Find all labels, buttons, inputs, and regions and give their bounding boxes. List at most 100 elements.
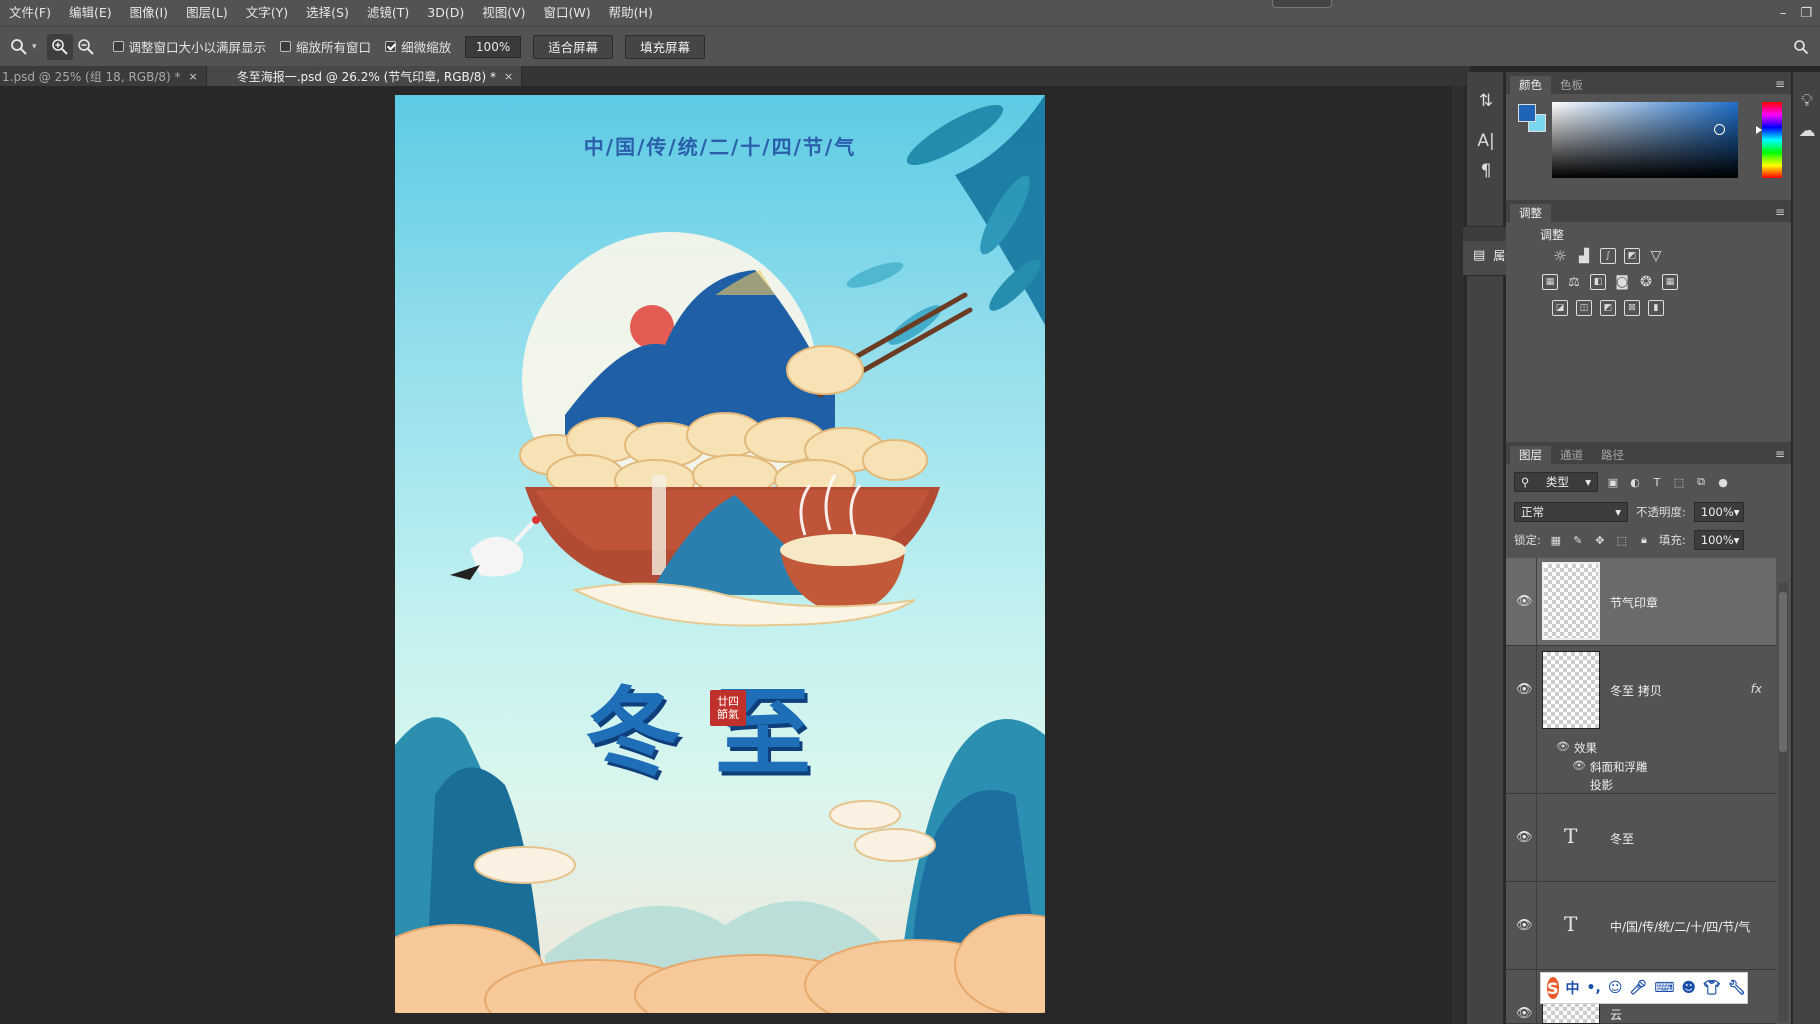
search-icon[interactable] bbox=[1788, 34, 1814, 60]
tab-layers[interactable]: 图层 bbox=[1510, 446, 1551, 464]
color-picker-cursor[interactable] bbox=[1714, 124, 1725, 135]
menu-filter[interactable]: 滤镜(T) bbox=[358, 0, 418, 26]
eye-icon[interactable]: 👁︎ bbox=[1516, 594, 1533, 610]
vibrance-icon[interactable]: ▽ bbox=[1648, 248, 1664, 264]
emoji-icon[interactable]: ☺ bbox=[1608, 980, 1623, 996]
tab-adjustments[interactable]: 调整 bbox=[1510, 204, 1551, 222]
layer-row[interactable]: 👁︎ T 中/国/传/统/二/十/四/节/气 bbox=[1506, 882, 1776, 970]
menu-layer[interactable]: 图层(L) bbox=[177, 0, 237, 26]
panel-menu-icon[interactable]: ≡ bbox=[1775, 447, 1785, 461]
punctuation-icon[interactable]: •, bbox=[1587, 980, 1601, 996]
channel-mixer-icon[interactable]: ❂ bbox=[1638, 274, 1654, 290]
brightness-icon[interactable]: ☼ bbox=[1552, 247, 1568, 265]
skin-icon[interactable]: 👕︎ bbox=[1703, 980, 1721, 996]
layer-row[interactable]: 👁︎ 节气印章 bbox=[1506, 558, 1776, 646]
title-grip[interactable] bbox=[1272, 0, 1332, 8]
photo-filter-icon[interactable]: ◙ bbox=[1614, 274, 1630, 290]
menu-edit[interactable]: 编辑(E) bbox=[60, 0, 121, 26]
keyboard-icon[interactable]: ⌨ bbox=[1654, 980, 1674, 996]
posterize-icon[interactable]: ◫ bbox=[1576, 300, 1592, 316]
foreground-color-swatch[interactable] bbox=[1518, 104, 1536, 122]
selective-color-icon[interactable]: ⊠ bbox=[1624, 300, 1640, 316]
layer-filter-dropdown[interactable]: ⚲ 类型 ▾ bbox=[1514, 472, 1598, 492]
fill-screen-button[interactable]: 填充屏幕 bbox=[625, 34, 706, 59]
tab-paths[interactable]: 路径 bbox=[1592, 446, 1633, 464]
menu-select[interactable]: 选择(S) bbox=[297, 0, 358, 26]
lock-all-icon[interactable]: 🔒︎ bbox=[1637, 533, 1651, 547]
menu-type[interactable]: 文字(Y) bbox=[237, 0, 297, 26]
blend-mode-dropdown[interactable]: 正常 ▾ bbox=[1514, 502, 1628, 522]
tab-swatches[interactable]: 色板 bbox=[1551, 76, 1592, 94]
eye-icon[interactable]: 👁︎ bbox=[1516, 682, 1533, 698]
type-filter-icon[interactable]: T bbox=[1650, 475, 1664, 489]
tab-color[interactable]: 颜色 bbox=[1510, 76, 1551, 94]
menu-3d[interactable]: 3D(D) bbox=[418, 0, 473, 26]
layer-name[interactable]: 中/国/传/统/二/十/四/节/气 bbox=[1610, 918, 1750, 935]
layer-row[interactable]: 👁︎ T 冬至 bbox=[1506, 794, 1776, 882]
color-lookup-icon[interactable]: ▦ bbox=[1662, 274, 1678, 290]
menu-window[interactable]: 窗口(W) bbox=[535, 0, 600, 26]
lightbulb-icon[interactable]: 💡︎ bbox=[1793, 86, 1820, 116]
panel-menu-icon[interactable]: ≡ bbox=[1775, 205, 1785, 219]
effects-eye-icon[interactable]: 👁︎ bbox=[1556, 740, 1570, 753]
invert-icon[interactable]: ◪ bbox=[1552, 300, 1568, 316]
menu-help[interactable]: 帮助(H) bbox=[600, 0, 662, 26]
close-icon[interactable]: × bbox=[189, 70, 198, 83]
layers-scrollbar[interactable] bbox=[1778, 582, 1788, 1022]
hue-saturation-icon[interactable]: ▦ bbox=[1542, 274, 1558, 290]
levels-icon[interactable]: ▟ bbox=[1576, 248, 1592, 264]
resize-windows-checkbox[interactable]: 调整窗口大小以满屏显示 bbox=[112, 37, 266, 56]
lock-transparent-icon[interactable]: ▦ bbox=[1549, 533, 1563, 547]
user-icon[interactable]: ☻ bbox=[1681, 980, 1696, 996]
close-icon[interactable]: × bbox=[504, 70, 513, 83]
filter-toggle-icon[interactable]: ● bbox=[1716, 475, 1730, 489]
eye-icon[interactable]: 👁︎ bbox=[1516, 830, 1533, 846]
bevel-emboss-label[interactable]: 斜面和浮雕 bbox=[1590, 759, 1648, 775]
black-white-icon[interactable]: ◧ bbox=[1590, 274, 1606, 290]
lock-position-icon[interactable]: ✥ bbox=[1593, 533, 1607, 547]
opacity-field[interactable]: 100% ▾ bbox=[1693, 502, 1744, 522]
eye-icon[interactable]: 👁︎ bbox=[1516, 1006, 1533, 1022]
smart-object-filter-icon[interactable]: ⧉ bbox=[1694, 475, 1708, 489]
layer-name[interactable]: 冬至 bbox=[1610, 830, 1634, 847]
fit-screen-button[interactable]: 适合屏幕 bbox=[533, 34, 614, 59]
zoom-in-icon[interactable] bbox=[46, 33, 73, 60]
history-icon[interactable]: ⇅ bbox=[1467, 86, 1505, 116]
threshold-icon[interactable]: ◩ bbox=[1600, 300, 1616, 316]
ime-mode-label[interactable]: 中 bbox=[1566, 978, 1580, 998]
adjustment-filter-icon[interactable]: ◐ bbox=[1628, 475, 1642, 489]
settings-icon[interactable]: 🔧︎ bbox=[1728, 980, 1746, 996]
layer-name[interactable]: 节气印章 bbox=[1610, 594, 1658, 611]
pixel-filter-icon[interactable]: ▣ bbox=[1606, 475, 1620, 489]
lock-artboard-icon[interactable]: ⬚ bbox=[1615, 533, 1629, 547]
lock-image-icon[interactable]: ✎ bbox=[1571, 533, 1585, 547]
color-balance-icon[interactable]: ⚖ bbox=[1566, 274, 1582, 290]
zoom-out-icon[interactable] bbox=[73, 34, 99, 60]
restore-icon[interactable]: ❐ bbox=[1800, 6, 1812, 21]
layer-row[interactable]: 👁︎ 冬至 拷贝 fx 👁︎ 效果 👁︎ 斜面和浮雕 投影 bbox=[1506, 646, 1776, 794]
poster-artwork[interactable]: 中/国/传/统/二/十/四/节/气 冬至 廿四節氣 bbox=[395, 95, 1045, 1013]
curves-icon[interactable]: ∫ bbox=[1600, 248, 1616, 264]
menu-image[interactable]: 图像(I) bbox=[121, 0, 177, 26]
tool-preset-chevron-icon[interactable]: ▾ bbox=[32, 42, 37, 52]
minimize-icon[interactable]: – bbox=[1780, 6, 1787, 21]
menu-view[interactable]: 视图(V) bbox=[473, 0, 534, 26]
bevel-eye-icon[interactable]: 👁︎ bbox=[1572, 759, 1586, 772]
exposure-icon[interactable]: ◩ bbox=[1624, 248, 1640, 264]
shape-filter-icon[interactable]: ⬚ bbox=[1672, 475, 1686, 489]
zoom-tool-icon[interactable] bbox=[6, 34, 32, 60]
fx-badge[interactable]: fx bbox=[1751, 682, 1762, 696]
zoom-all-windows-checkbox[interactable]: 缩放所有窗口 bbox=[280, 37, 371, 56]
zoom-value-field[interactable]: 100% bbox=[465, 35, 522, 58]
eye-icon[interactable]: 👁︎ bbox=[1516, 918, 1533, 934]
drop-shadow-label[interactable]: 投影 bbox=[1590, 777, 1613, 793]
color-field[interactable] bbox=[1552, 102, 1738, 178]
paragraph-icon[interactable]: ¶ bbox=[1467, 156, 1505, 186]
microphone-icon[interactable]: 🎤︎ bbox=[1629, 980, 1647, 996]
layer-name[interactable]: 云 bbox=[1610, 1006, 1622, 1023]
sogou-logo-icon[interactable]: S bbox=[1547, 977, 1559, 999]
checkbox-box[interactable] bbox=[280, 41, 292, 52]
fill-field[interactable]: 100% ▾ bbox=[1693, 530, 1744, 550]
scrollbar-thumb[interactable] bbox=[1779, 592, 1787, 752]
tab-document-1[interactable]: 1.psd @ 25% (组 18, RGB/8) * × bbox=[0, 66, 207, 86]
